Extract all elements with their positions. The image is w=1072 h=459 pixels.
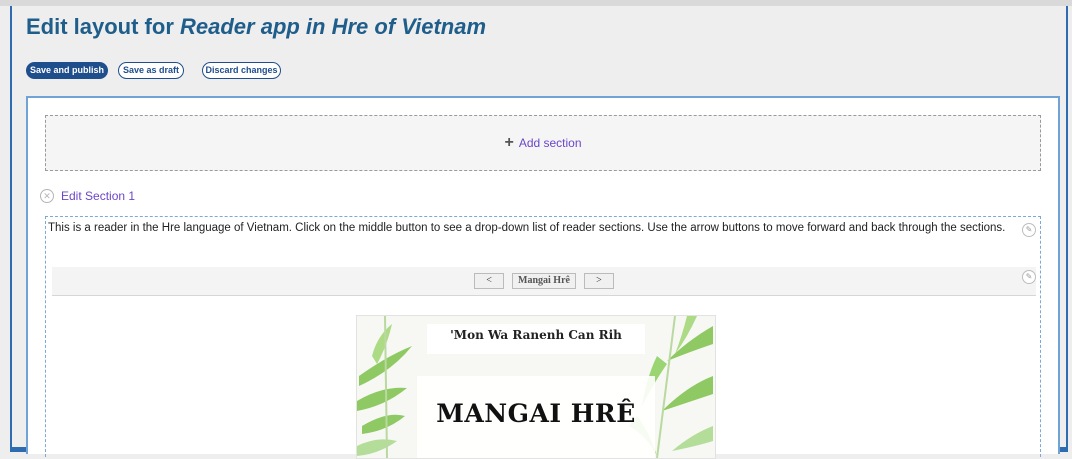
edit-section-link[interactable]: Edit Section 1 bbox=[61, 189, 135, 203]
save-and-publish-button[interactable]: Save and publish bbox=[26, 62, 108, 79]
cover-title: MANGAI HRÊ bbox=[436, 399, 636, 428]
add-section-area[interactable]: + Add section bbox=[45, 115, 1041, 171]
section-dropdown-button[interactable]: Mangai Hrê bbox=[512, 273, 576, 289]
cover-subtitle: 'Mon Wa Ranenh Can Rih bbox=[450, 328, 622, 342]
close-circle-icon[interactable]: ✕ bbox=[40, 189, 54, 203]
pencil-icon[interactable]: ✎ bbox=[1022, 270, 1036, 284]
previous-section-button[interactable]: < bbox=[474, 273, 505, 289]
next-section-button[interactable]: > bbox=[583, 273, 614, 289]
frame-right-border bbox=[1066, 6, 1068, 452]
page-title-app-name: Reader app in Hre of Vietnam bbox=[180, 14, 487, 39]
pencil-icon[interactable]: ✎ bbox=[1022, 223, 1036, 237]
add-section-button[interactable]: + Add section bbox=[46, 116, 1040, 170]
frame-left-border bbox=[10, 6, 12, 452]
section-description-text: This is a reader in the Hre language of … bbox=[48, 222, 1006, 234]
edit-section-row: ✕ Edit Section 1 bbox=[40, 188, 135, 204]
reader-cover-image: 'Mon Wa Ranenh Can Rih MANGAI HRÊ bbox=[356, 315, 716, 459]
save-as-draft-button[interactable]: Save as draft bbox=[118, 62, 184, 79]
page-title: Edit layout for Reader app in Hre of Vie… bbox=[26, 14, 486, 40]
page-title-prefix: Edit layout for bbox=[26, 14, 180, 39]
layout-editor-panel: + Add section ✕ Edit Section 1 This is a… bbox=[26, 96, 1060, 459]
reader-navigation-bar: < Mangai Hrê > ✎ bbox=[52, 267, 1036, 296]
add-section-label: Add section bbox=[518, 136, 582, 150]
window-top-strip bbox=[0, 0, 1072, 6]
discard-changes-button[interactable]: Discard changes bbox=[202, 62, 281, 79]
plus-icon: + bbox=[504, 134, 514, 151]
section-content-box: This is a reader in the Hre language of … bbox=[45, 216, 1041, 459]
